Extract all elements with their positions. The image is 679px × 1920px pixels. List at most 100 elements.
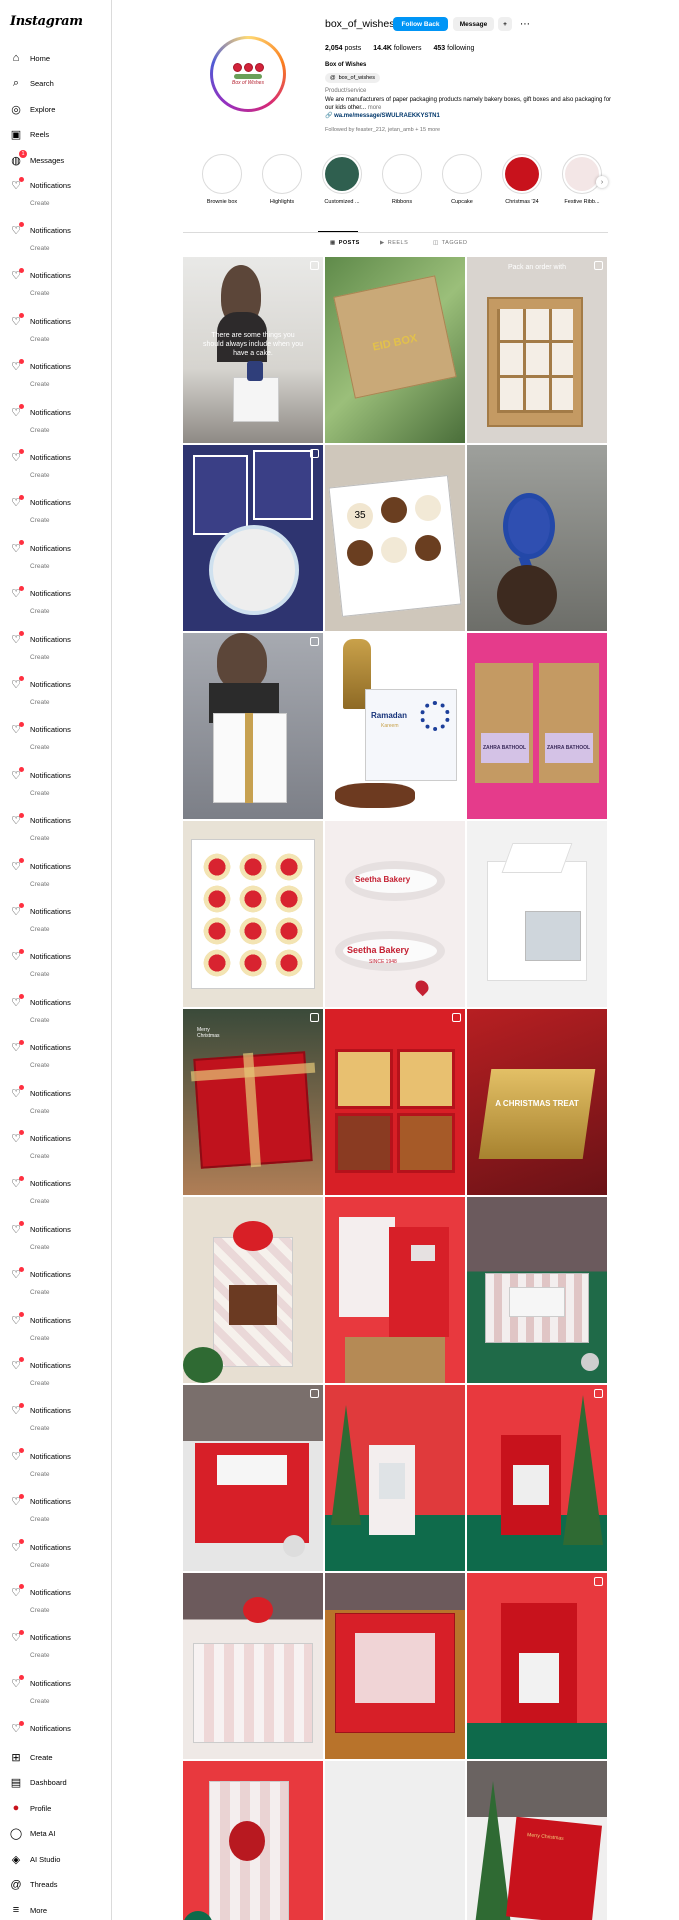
sidebar-item-notifications[interactable]: ♡ Notifications: [0, 1401, 110, 1421]
sidebar-item-create[interactable]: ⊞ Create: [0, 1747, 110, 1767]
sidebar-item-notifications[interactable]: ♡ Notifications: [0, 1719, 110, 1739]
story-highlight[interactable]: Customized ...: [320, 154, 364, 205]
post-tile[interactable]: There are some things you should always …: [183, 257, 323, 443]
post-tile[interactable]: Merry Christmas: [467, 1761, 607, 1920]
post-tile[interactable]: [467, 1197, 607, 1383]
add-person-icon[interactable]: +: [498, 17, 512, 31]
following-stat[interactable]: 453 following: [433, 45, 474, 52]
sidebar-item-notifications[interactable]: ♡ Notifications: [0, 947, 110, 967]
post-tile[interactable]: A CHRISTMAS TREAT: [467, 1009, 607, 1195]
post-tile[interactable]: Merry Christmas: [183, 1009, 323, 1195]
follow-back-button[interactable]: Follow Back: [393, 17, 448, 31]
sidebar-item-notifications[interactable]: ♡ Notifications: [0, 629, 110, 649]
sidebar-item-ai-studio[interactable]: ◈ AI Studio: [0, 1849, 110, 1869]
sidebar-item-notifications[interactable]: ♡ Notifications: [0, 765, 110, 785]
heart-icon: ♡: [10, 1039, 24, 1054]
profile-link[interactable]: 🔗 wa.me/message/SWULRAEKKYSTN1: [325, 112, 440, 119]
carousel-icon: [310, 1389, 319, 1398]
sidebar-item-reels[interactable]: ▣ Reels: [0, 125, 110, 145]
tab-posts[interactable]: ▦ POSTS: [330, 236, 360, 250]
post-tile[interactable]: [183, 445, 323, 631]
post-tile[interactable]: 35: [325, 445, 465, 631]
threads-badge[interactable]: @ box_of_wishes: [325, 73, 380, 83]
story-highlight[interactable]: Cupcake: [440, 154, 484, 205]
post-tile[interactable]: [183, 821, 323, 1007]
post-tile[interactable]: [183, 633, 323, 819]
sidebar-item-notifications[interactable]: ♡ Notifications: [0, 674, 110, 694]
highlights-next-icon[interactable]: ›: [596, 176, 608, 188]
sidebar-item-notifications[interactable]: ♡ Notifications: [0, 1265, 110, 1285]
sidebar-item-notifications[interactable]: ♡ Notifications: [0, 357, 110, 377]
sidebar-item-notifications[interactable]: ♡ Notifications: [0, 493, 110, 513]
sidebar-item-notifications[interactable]: ♡ Notifications: [0, 901, 110, 921]
story-highlight[interactable]: Ribbons: [380, 154, 424, 205]
sidebar-item-notifications[interactable]: ♡ Notifications: [0, 1355, 110, 1375]
sidebar-item-notifications[interactable]: ♡ Notifications: [0, 1083, 110, 1103]
post-tile[interactable]: EID BOX: [325, 257, 465, 443]
sidebar-item-notifications[interactable]: ♡ Notifications: [0, 538, 110, 558]
sidebar-item-dashboard[interactable]: ▤ Dashboard: [0, 1773, 110, 1793]
sidebar-item-notifications[interactable]: ♡ Notifications: [0, 311, 110, 331]
story-highlight[interactable]: Christmas '24: [500, 154, 544, 205]
notification-dot: [19, 540, 24, 546]
sidebar-item-notifications[interactable]: ♡ Notifications: [0, 1128, 110, 1148]
post-tile[interactable]: [467, 445, 607, 631]
post-tile[interactable]: [325, 1573, 465, 1759]
followed-by-text[interactable]: Followed by feaster_212, jetan_amb + 15 …: [325, 127, 440, 133]
sidebar-item-threads[interactable]: @ Threads: [0, 1875, 110, 1895]
sidebar-item-notifications[interactable]: ♡ Notifications: [0, 992, 110, 1012]
sidebar-item-notifications[interactable]: ♡ Notifications: [0, 1537, 110, 1557]
post-tile[interactable]: [183, 1385, 323, 1571]
sidebar-item-profile[interactable]: ● Profile: [0, 1798, 110, 1818]
post-tile[interactable]: Seetha Bakery Seetha Bakery SINCE 1948: [325, 821, 465, 1007]
story-highlight[interactable]: Highlights: [260, 154, 304, 205]
sidebar-item-notifications[interactable]: ♡ Notifications: [0, 811, 110, 831]
sidebar-item-notifications[interactable]: ♡ Notifications: [0, 856, 110, 876]
sidebar-item-notifications[interactable]: ♡ Notifications: [0, 402, 110, 422]
sidebar-item-notifications[interactable]: ♡ Notifications: [0, 220, 110, 240]
post-tile[interactable]: Pack an order with: [467, 257, 607, 443]
post-tile[interactable]: [183, 1761, 323, 1920]
post-tile[interactable]: [467, 1385, 607, 1571]
sidebar-item-notifications[interactable]: ♡ Notifications: [0, 1446, 110, 1466]
sidebar-item-messages[interactable]: ◍ 1 Messages: [0, 150, 110, 170]
notification-dot: [19, 1402, 24, 1408]
sidebar-item-notifications[interactable]: ♡ Notifications: [0, 1628, 110, 1648]
post-tile[interactable]: [325, 1197, 465, 1383]
post-tile[interactable]: [183, 1197, 323, 1383]
post-tile[interactable]: [183, 1573, 323, 1759]
bio-more-link[interactable]: more: [368, 105, 382, 111]
sidebar-item-notifications[interactable]: ♡ Notifications: [0, 175, 110, 195]
sidebar-item-notifications[interactable]: ♡ Notifications: [0, 266, 110, 286]
sidebar-item-more[interactable]: ≡ More: [0, 1900, 110, 1920]
sidebar-item-notifications[interactable]: ♡ Notifications: [0, 1174, 110, 1194]
sidebar-item-notifications[interactable]: ♡ Notifications: [0, 1492, 110, 1512]
sidebar-item-notifications[interactable]: ♡ Notifications: [0, 1219, 110, 1239]
more-options-icon[interactable]: ⋯: [518, 17, 532, 31]
post-tile[interactable]: [325, 1385, 465, 1571]
sidebar-item-search[interactable]: ⌕ Search: [0, 74, 110, 94]
followers-stat[interactable]: 14.4K followers: [373, 45, 421, 52]
post-tile[interactable]: [325, 1761, 465, 1920]
profile-avatar[interactable]: Box of Wishes: [210, 36, 286, 112]
sidebar-item-notifications[interactable]: ♡ Notifications: [0, 1673, 110, 1693]
post-tile[interactable]: [467, 1573, 607, 1759]
post-tile[interactable]: [325, 1009, 465, 1195]
sidebar-item-notifications[interactable]: ♡ Notifications: [0, 1310, 110, 1330]
tab-reels[interactable]: ▶ REELS: [380, 236, 408, 250]
sidebar-item-notifications[interactable]: ♡ Notifications: [0, 447, 110, 467]
sidebar-item-notifications[interactable]: ♡ Notifications: [0, 1582, 110, 1602]
sidebar-item-meta-ai[interactable]: ◯ Meta AI: [0, 1824, 110, 1844]
sidebar-item-notifications[interactable]: ♡ Notifications: [0, 1038, 110, 1058]
post-tile[interactable]: ZAHRA BATHOOL ZAHRA BATHOOL: [467, 633, 607, 819]
message-button[interactable]: Message: [453, 17, 494, 31]
sidebar-item-notifications[interactable]: ♡ Notifications: [0, 584, 110, 604]
sidebar-item-notifications[interactable]: ♡ Notifications: [0, 720, 110, 740]
tab-tagged[interactable]: ◫ TAGGED: [433, 236, 468, 250]
post-tile[interactable]: Ramadan Kareem: [325, 633, 465, 819]
instagram-logo[interactable]: Instagram: [10, 14, 83, 29]
sidebar-item-home[interactable]: ⌂ Home: [0, 48, 110, 68]
sidebar-item-explore[interactable]: ◎ Explore: [0, 99, 110, 119]
post-tile[interactable]: [467, 821, 607, 1007]
story-highlight[interactable]: Brownie box: [200, 154, 244, 205]
